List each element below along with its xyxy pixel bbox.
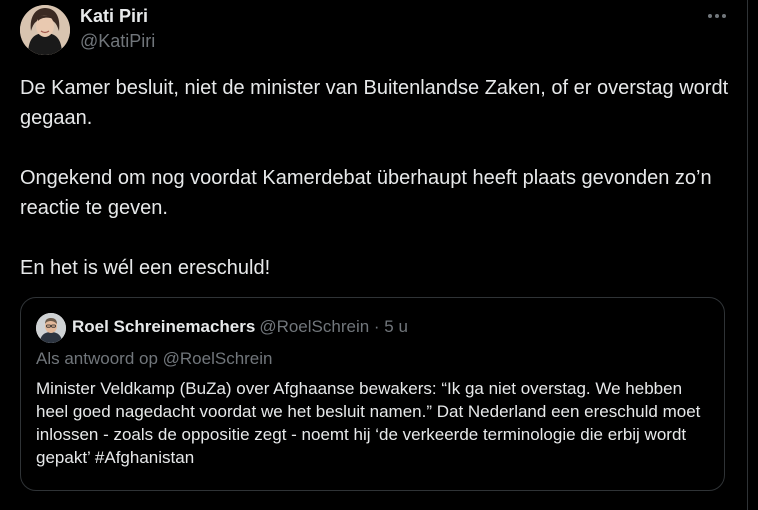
author-handle[interactable]: @KatiPiri <box>80 31 155 52</box>
more-horizontal-icon <box>708 14 712 18</box>
more-options-button[interactable] <box>702 4 732 28</box>
tweet-paragraph: De Kamer besluit, niet de minister van B… <box>20 77 729 129</box>
quote-reply-to: Als antwoord op @RoelSchrein <box>36 349 273 368</box>
author-avatar[interactable] <box>20 5 70 55</box>
tweet-paragraph: Ongekend om nog voordat Kamerdebat überh… <box>20 167 712 219</box>
quote-text: Minister Veldkamp (BuZa) over Afghaanse … <box>36 379 701 467</box>
tweet: Kati Piri @KatiPiri De Kamer besluit, ni… <box>0 0 747 510</box>
more-horizontal-icon-dot <box>715 14 719 18</box>
author-name[interactable]: Kati Piri <box>80 6 148 27</box>
more-horizontal-icon-dot <box>722 14 726 18</box>
quote-header: Roel Schreinemachers @RoelSchrein · 5 u <box>72 317 408 337</box>
quote-author-name[interactable]: Roel Schreinemachers <box>72 317 255 336</box>
tweet-paragraph: En het is wél een ereschuld! <box>20 257 271 279</box>
column-divider <box>747 0 748 510</box>
quote-meta: @RoelSchrein · 5 u <box>259 317 408 336</box>
quoted-tweet[interactable]: Roel Schreinemachers @RoelSchrein · 5 u A… <box>20 297 725 491</box>
tweet-text: De Kamer besluit, niet de minister van B… <box>20 73 730 283</box>
quote-author-avatar-image <box>36 313 66 343</box>
quote-author-avatar[interactable] <box>36 313 66 343</box>
author-avatar-image <box>20 5 70 55</box>
